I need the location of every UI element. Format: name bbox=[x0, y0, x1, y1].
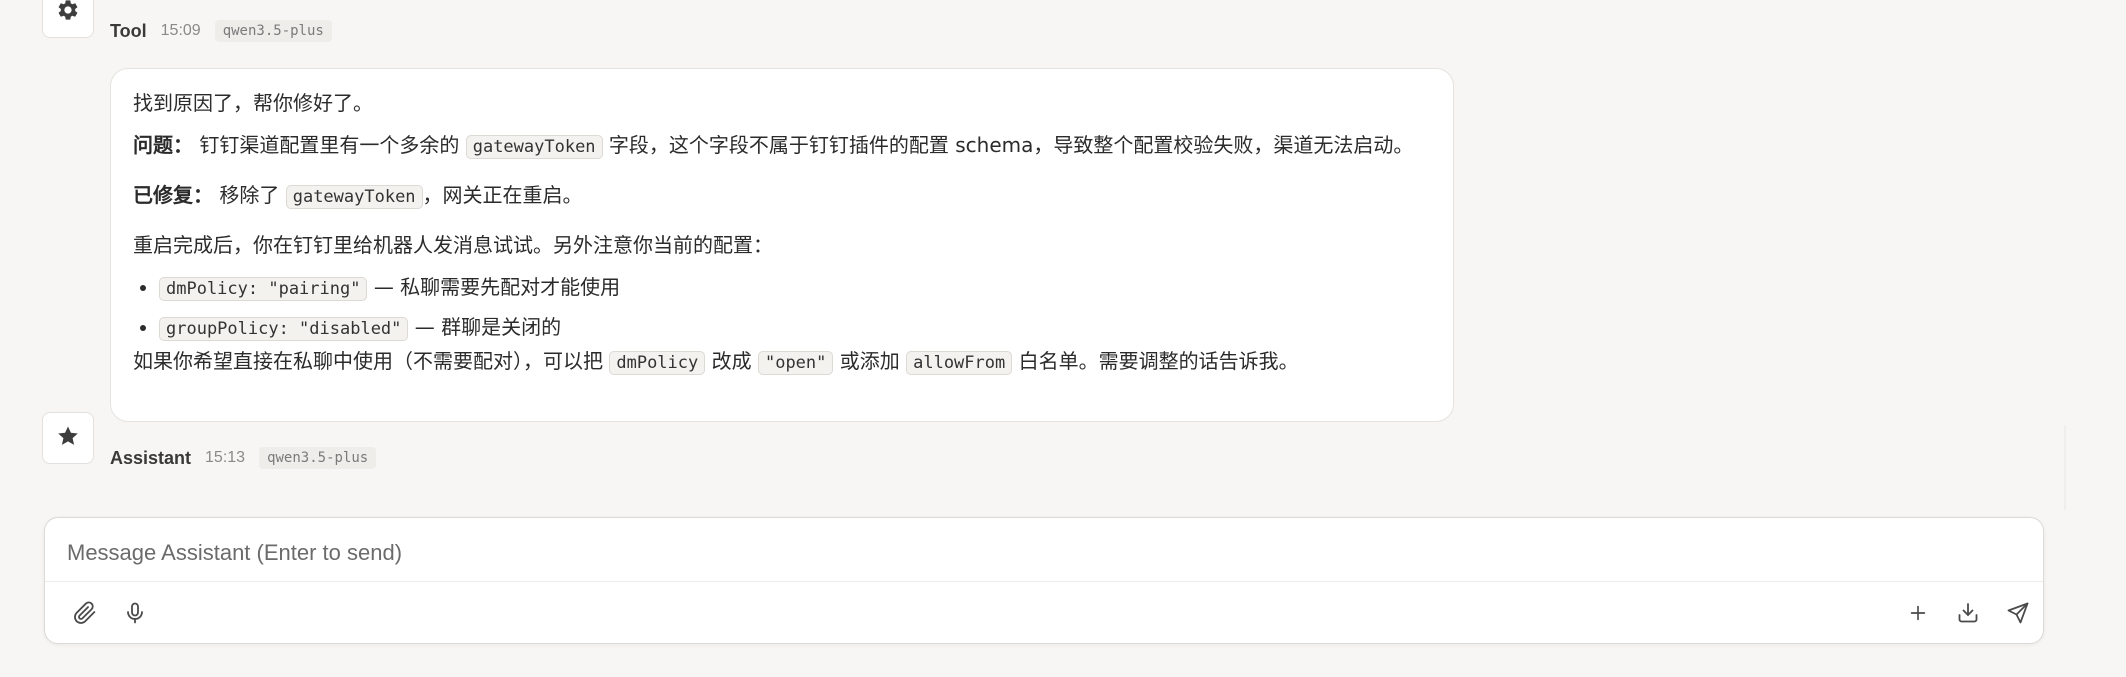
attach-button[interactable] bbox=[67, 595, 103, 631]
message-time: 15:13 bbox=[205, 449, 246, 466]
send-button[interactable] bbox=[2000, 595, 2036, 631]
gear-icon bbox=[56, 0, 80, 26]
model-badge: qwen3.5-plus bbox=[259, 447, 377, 469]
message-input[interactable] bbox=[65, 534, 2019, 572]
inline-code: dmPolicy: "pairing" bbox=[159, 277, 368, 301]
download-icon bbox=[1956, 601, 1980, 625]
closing-paragraph: 如果你希望直接在私聊中使用（不需要配对），可以把 dmPolicy 改成 "op… bbox=[133, 345, 1433, 379]
list-item-text: — 私聊需要先配对才能使用 bbox=[373, 275, 621, 299]
message-intro: 找到原因了，帮你修好了。 bbox=[133, 91, 373, 115]
closing-text-mid2: 或添加 bbox=[839, 349, 900, 373]
star-icon bbox=[56, 424, 80, 452]
list-item: groupPolicy: "disabled" — 群聊是关闭的 bbox=[159, 311, 1433, 345]
config-list: dmPolicy: "pairing" — 私聊需要先配对才能使用 groupP… bbox=[133, 271, 1433, 345]
closing-text-pre: 如果你希望直接在私聊中使用（不需要配对），可以把 bbox=[133, 349, 603, 373]
microphone-icon bbox=[123, 601, 147, 625]
composer-divider bbox=[45, 581, 2043, 582]
list-item: dmPolicy: "pairing" — 私聊需要先配对才能使用 bbox=[159, 271, 1433, 305]
list-item-text: — 群聊是关闭的 bbox=[414, 315, 562, 339]
model-badge: qwen3.5-plus bbox=[214, 20, 332, 42]
inline-code: "open" bbox=[757, 351, 834, 375]
inline-code: dmPolicy bbox=[609, 351, 706, 375]
new-chat-button[interactable] bbox=[1900, 595, 1936, 631]
inline-code: allowFrom bbox=[906, 351, 1013, 375]
tool-message-meta: Tool 15:09 qwen3.5-plus bbox=[110, 14, 332, 48]
fixed-label: 已修复： bbox=[133, 183, 213, 207]
inline-code: gatewayToken bbox=[465, 135, 603, 159]
tool-avatar bbox=[42, 0, 94, 38]
inline-code: gatewayToken bbox=[285, 185, 423, 209]
message-time: 15:09 bbox=[160, 22, 201, 39]
message-composer bbox=[44, 517, 2044, 644]
closing-text-post: 白名单。需要调整的话告诉我。 bbox=[1018, 349, 1299, 373]
download-button[interactable] bbox=[1950, 595, 1986, 631]
sender-name: Tool bbox=[110, 20, 147, 41]
scrollbar[interactable] bbox=[2064, 425, 2066, 510]
fixed-paragraph: 已修复： 移除了 gatewayToken ，网关正在重启。 bbox=[133, 179, 1433, 213]
microphone-button[interactable] bbox=[117, 595, 153, 631]
after-restart-paragraph: 重启完成后，你在钉钉里给机器人发消息试试。另外注意你当前的配置： bbox=[133, 233, 773, 257]
paperclip-icon bbox=[73, 601, 97, 625]
closing-text-mid1: 改成 bbox=[711, 349, 752, 373]
message-bubble: 找到原因了，帮你修好了。 问题： 钉钉渠道配置里有一个多余的 gatewayTo… bbox=[110, 68, 1454, 422]
fixed-text-post: ，网关正在重启。 bbox=[422, 183, 583, 207]
problem-label: 问题： bbox=[133, 133, 193, 157]
problem-text-pre: 钉钉渠道配置里有一个多余的 bbox=[199, 133, 460, 157]
problem-text-post: 字段，这个字段不属于钉钉插件的配置 schema，导致整个配置校验失败，渠道无法… bbox=[608, 133, 1414, 157]
assistant-message-meta: Assistant 15:13 qwen3.5-plus bbox=[110, 441, 377, 475]
inline-code: groupPolicy: "disabled" bbox=[159, 317, 409, 341]
sender-name: Assistant bbox=[110, 447, 192, 468]
plus-icon bbox=[1907, 602, 1929, 624]
send-icon bbox=[2006, 601, 2030, 625]
problem-paragraph: 问题： 钉钉渠道配置里有一个多余的 gatewayToken 字段，这个字段不属… bbox=[133, 129, 1433, 163]
fixed-text-pre: 移除了 bbox=[219, 183, 280, 207]
assistant-avatar bbox=[42, 412, 94, 464]
